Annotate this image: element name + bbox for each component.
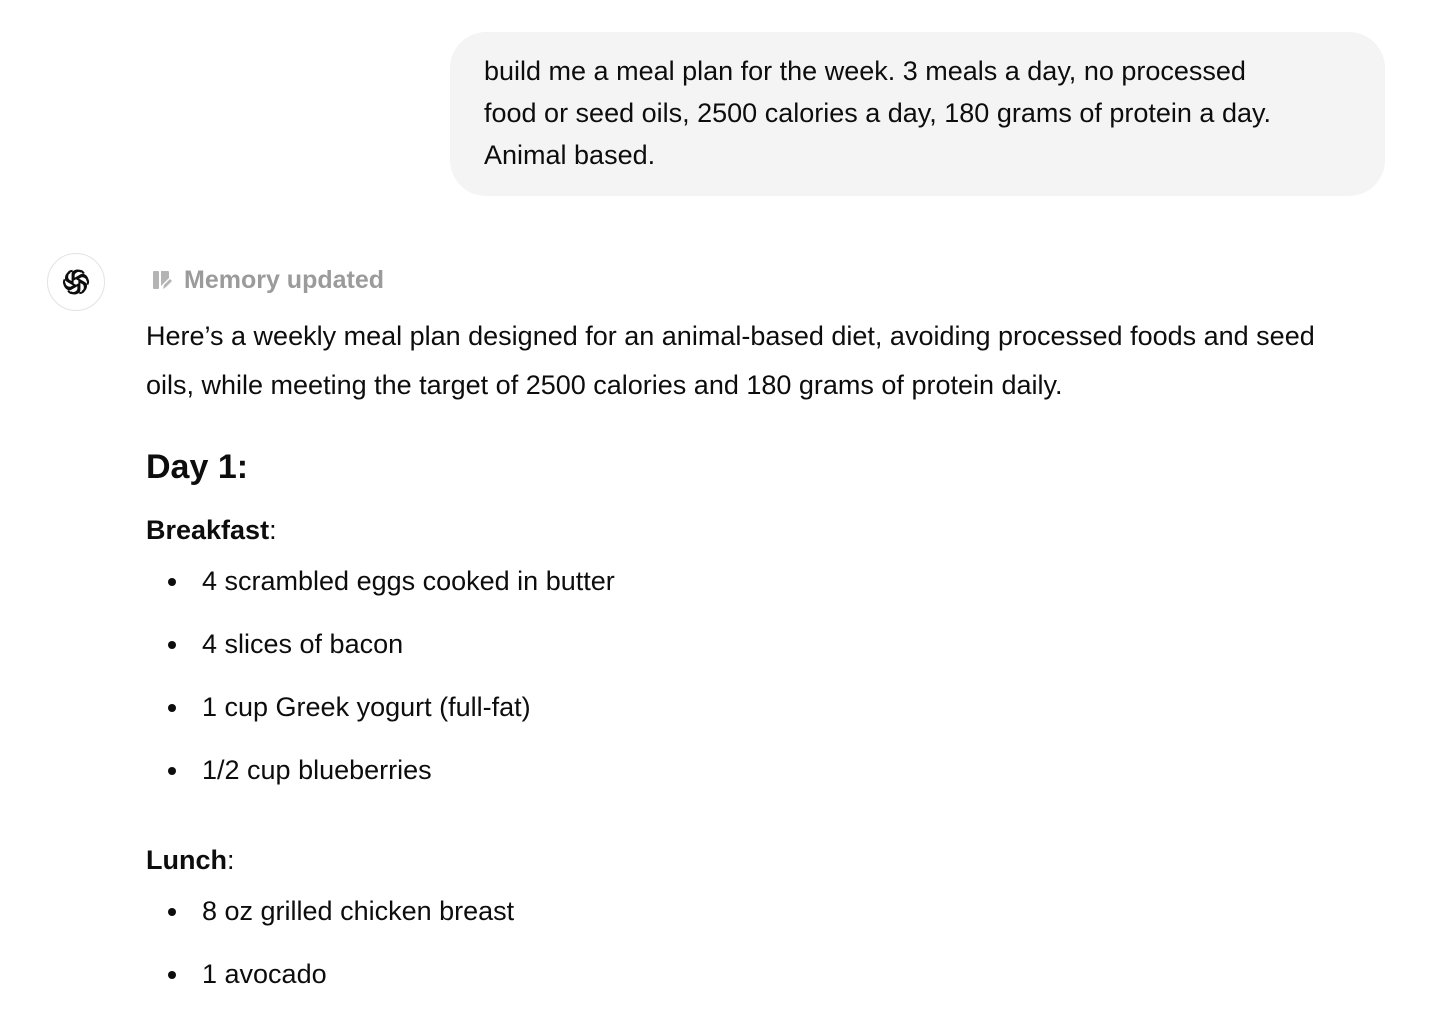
list-item: 4 scrambled eggs cooked in butter bbox=[146, 550, 1386, 613]
breakfast-list: 4 scrambled eggs cooked in butter 4 slic… bbox=[146, 550, 1386, 802]
assistant-message: Here’s a weekly meal plan designed for a… bbox=[146, 312, 1386, 1006]
memory-updated-indicator[interactable]: Memory updated bbox=[150, 262, 384, 298]
user-message-line: build me a meal plan for the week. 3 mea… bbox=[484, 56, 1246, 86]
list-item-text: 4 scrambled eggs cooked in butter bbox=[202, 566, 615, 596]
user-message-line: Animal based. bbox=[484, 140, 656, 170]
list-item: 4 slices of bacon bbox=[146, 613, 1386, 676]
openai-logo-icon bbox=[62, 269, 90, 295]
bullet bbox=[168, 908, 176, 916]
bullet bbox=[168, 767, 176, 775]
list-item-text: 1 avocado bbox=[202, 959, 327, 989]
meal-suffix: : bbox=[227, 845, 235, 875]
user-message-bubble: build me a meal plan for the week. 3 mea… bbox=[450, 32, 1385, 196]
assistant-avatar bbox=[47, 253, 105, 311]
meal-name: Lunch bbox=[146, 845, 227, 875]
list-item-text: 8 oz grilled chicken breast bbox=[202, 896, 515, 926]
list-item-text: 4 slices of bacon bbox=[202, 629, 404, 659]
lunch-list: 8 oz grilled chicken breast 1 avocado bbox=[146, 880, 1386, 1006]
meal-heading-breakfast: Breakfast: bbox=[146, 510, 1386, 550]
user-message-line: food or seed oils, 2500 calories a day, … bbox=[484, 98, 1271, 128]
list-item: 1/2 cup blueberries bbox=[146, 739, 1386, 802]
assistant-intro: Here’s a weekly meal plan designed for a… bbox=[146, 312, 1386, 410]
list-item-text: 1 cup Greek yogurt (full-fat) bbox=[202, 692, 531, 722]
list-item: 1 cup Greek yogurt (full-fat) bbox=[146, 676, 1386, 739]
list-item: 1 avocado bbox=[146, 943, 1386, 1006]
memory-edit-icon bbox=[150, 268, 174, 292]
intro-line: oils, while meeting the target of 2500 c… bbox=[146, 370, 1063, 400]
list-item-text: 1/2 cup blueberries bbox=[202, 755, 432, 785]
memory-updated-label: Memory updated bbox=[184, 265, 385, 294]
meal-suffix: : bbox=[269, 515, 277, 545]
bullet bbox=[168, 641, 176, 649]
bullet bbox=[168, 704, 176, 712]
bullet bbox=[168, 971, 176, 979]
list-item: 8 oz grilled chicken breast bbox=[146, 880, 1386, 943]
intro-line: Here’s a weekly meal plan designed for a… bbox=[146, 321, 1315, 351]
meal-name: Breakfast bbox=[146, 515, 270, 545]
meal-heading-lunch: Lunch: bbox=[146, 840, 1386, 880]
bullet bbox=[168, 578, 176, 586]
day-heading: Day 1: bbox=[146, 448, 249, 486]
